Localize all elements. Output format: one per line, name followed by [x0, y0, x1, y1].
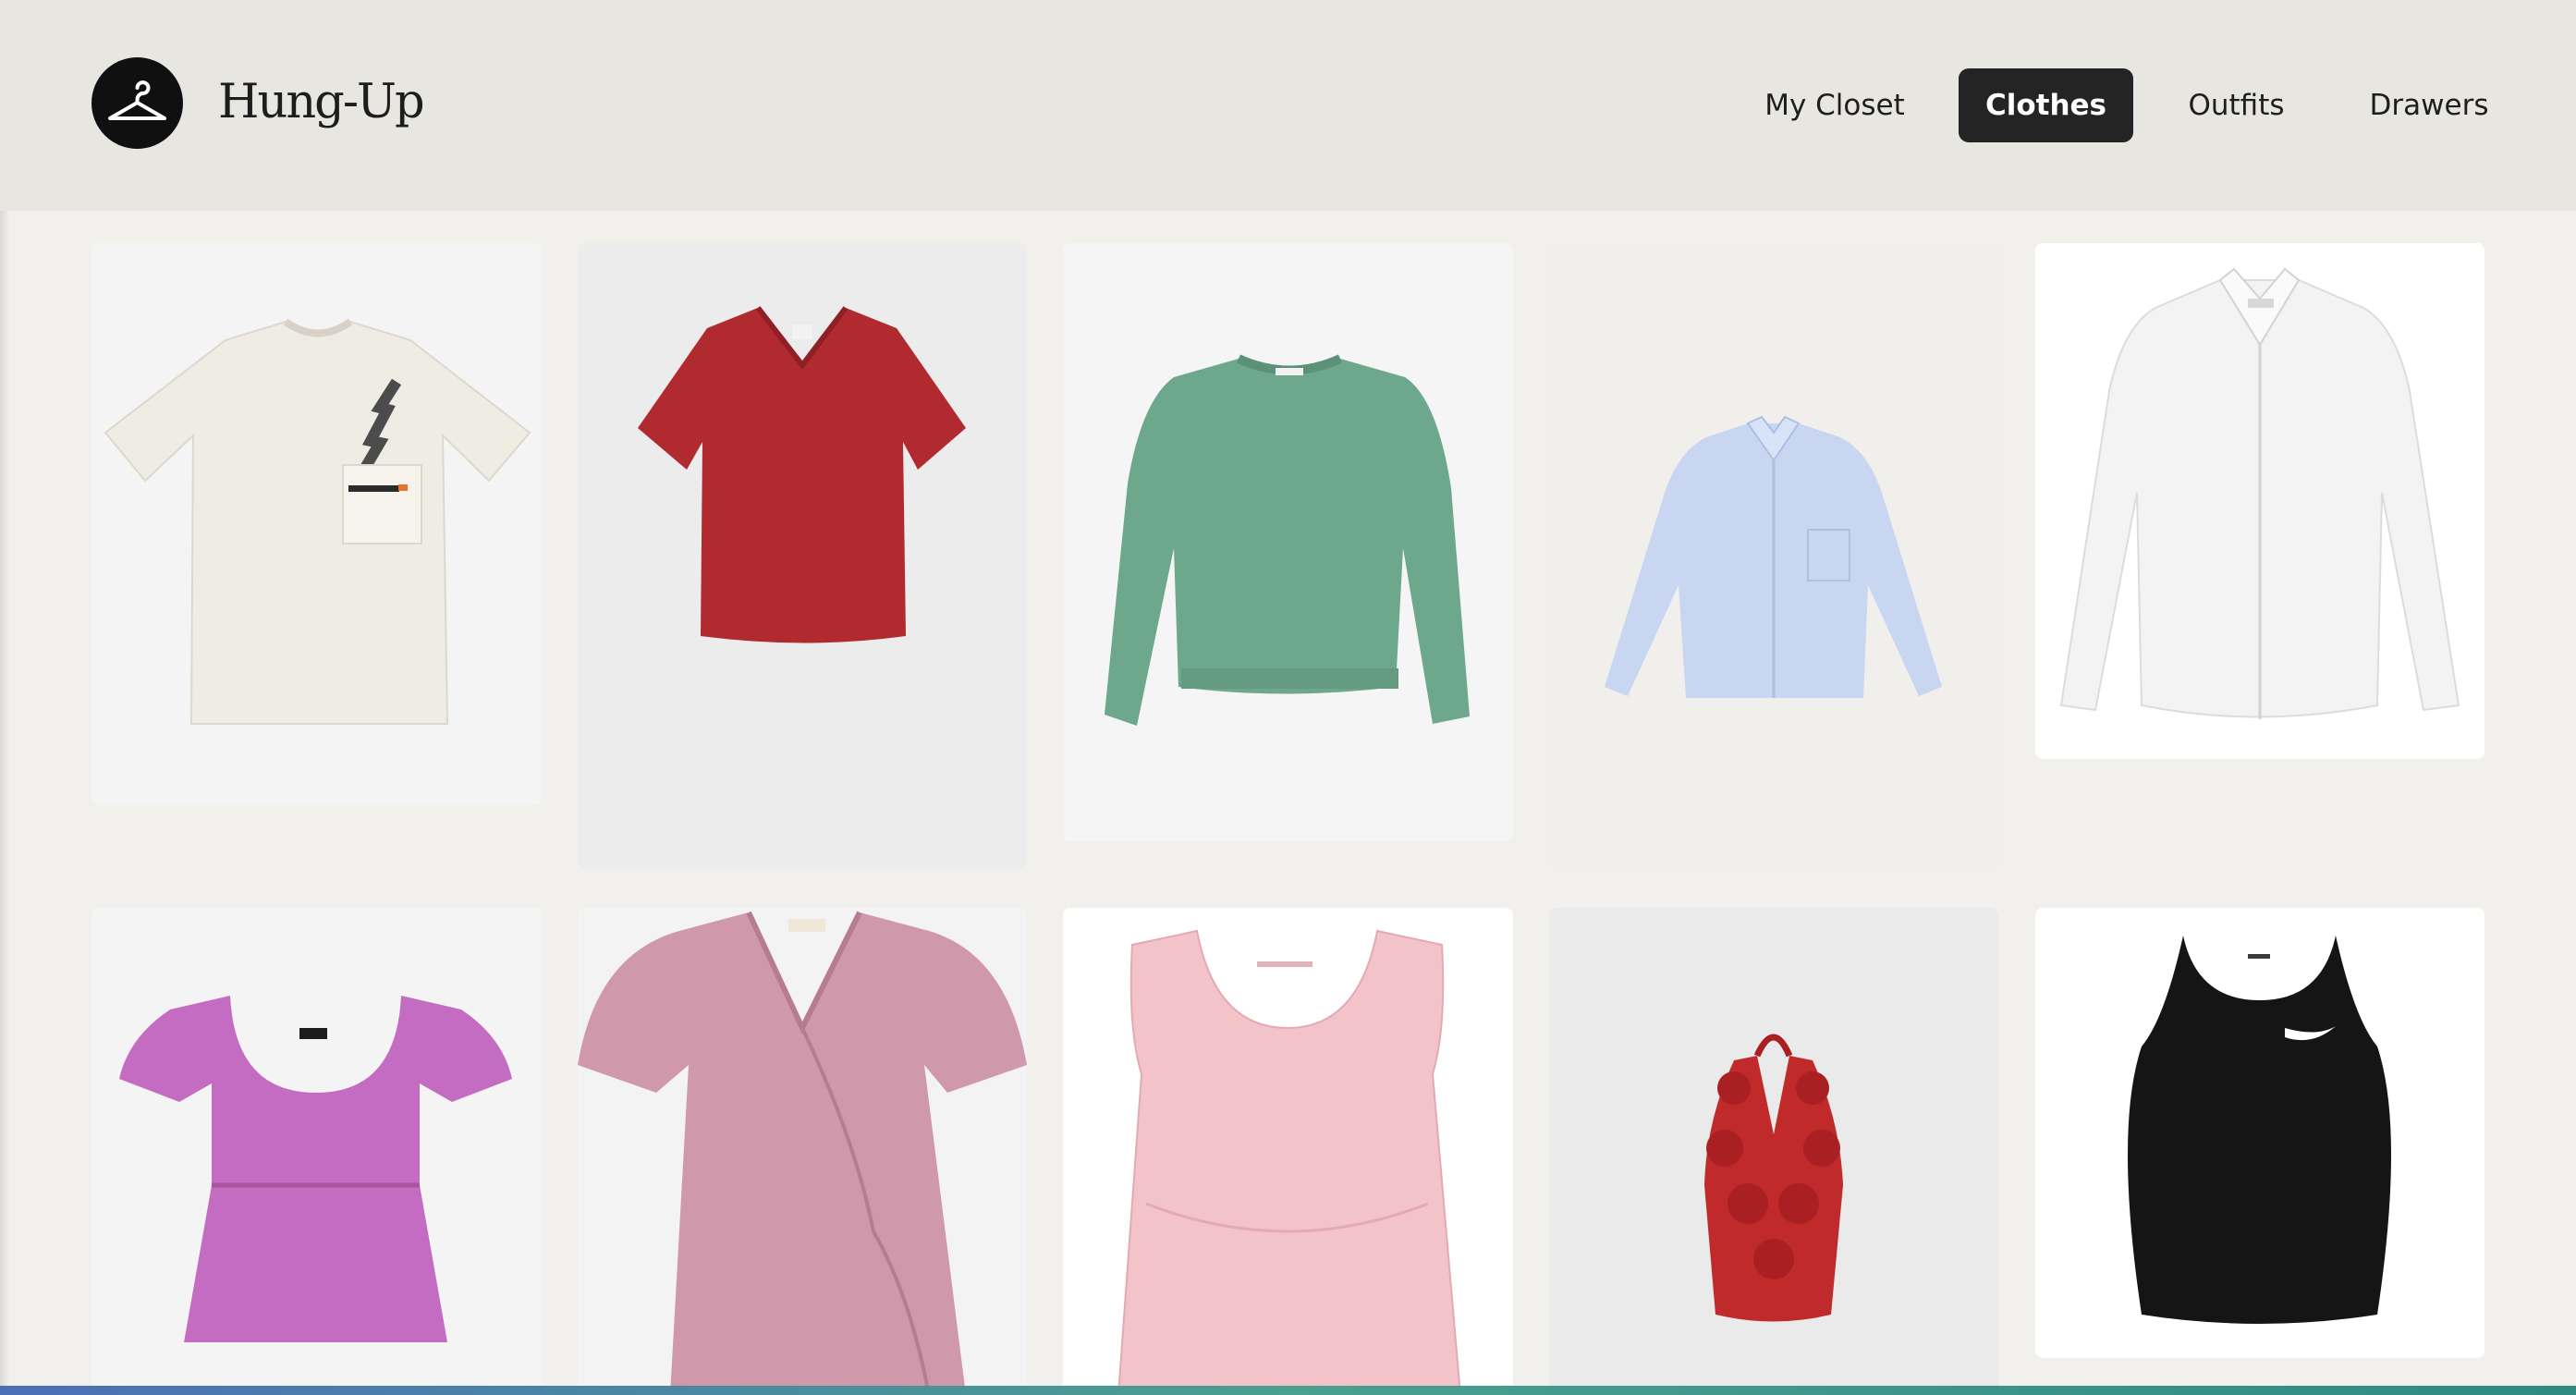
clothing-item-pink-wrap-dress[interactable] [578, 908, 1027, 1395]
hanger-icon[interactable] [92, 57, 183, 149]
nav-drawers[interactable]: Drawers [2355, 68, 2503, 142]
window-bottom-edge [0, 1386, 2576, 1395]
clothing-item-white-graphic-tshirt[interactable] [92, 243, 542, 805]
clothing-item-black-racerback-tank[interactable] [2035, 908, 2484, 1358]
nav-clothes[interactable]: Clothes [1959, 68, 2133, 142]
clothing-item-purple-peplum-top[interactable] [92, 908, 542, 1395]
nav-outfits[interactable]: Outfits [2165, 68, 2308, 142]
clothing-item-green-crewneck-sweatshirt[interactable] [1063, 243, 1513, 841]
clothing-item-light-blue-button-down-shirt[interactable] [1549, 243, 1998, 867]
clothing-item-red-vneck-tshirt[interactable] [578, 243, 1027, 870]
top-header: Hung-Up My Closet Clothes Outfits Drawer… [0, 0, 2576, 211]
panel-edge-shadow [0, 211, 9, 1395]
clothing-item-pink-sleeveless-top[interactable] [1063, 908, 1513, 1395]
clothing-item-white-button-down-shirt[interactable] [2035, 243, 2484, 759]
brand-name[interactable]: Hung-Up [218, 70, 425, 135]
nav-my-closet[interactable]: My Closet [1747, 68, 1923, 142]
clothing-item-red-rosette-halter-top[interactable] [1549, 908, 1998, 1395]
